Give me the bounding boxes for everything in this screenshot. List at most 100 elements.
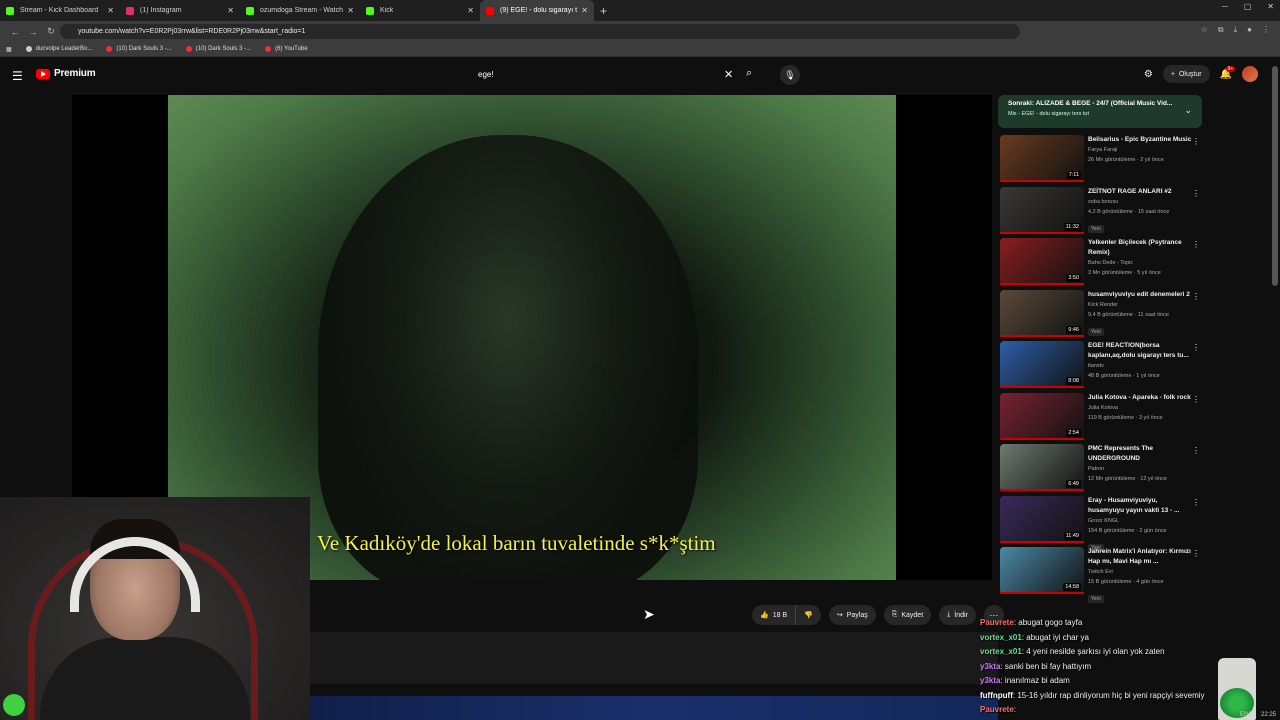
video-title[interactable]: PMC Represents The UNDERGROUND bbox=[1088, 444, 1192, 464]
bookmark-item[interactable]: (10) Dark Souls 3 -... bbox=[106, 46, 172, 52]
search-box[interactable]: ege! ✕ ⌕ bbox=[468, 64, 768, 86]
download-icon[interactable]: ⤓ bbox=[1234, 25, 1238, 35]
reload-icon[interactable]: ↻ bbox=[42, 26, 60, 37]
more-options-icon[interactable]: ⋮ bbox=[1192, 240, 1200, 249]
cast-icon[interactable]: ⚙ bbox=[1144, 69, 1153, 80]
recommendation-item[interactable]: 11:32 ZEİTNOT RAGE ANLARI #2 soba borusu 4,… bbox=[998, 186, 1202, 235]
recommendation-item[interactable]: 8:08 EGE! REACTION(borsa kaplanı,aq,dolu … bbox=[998, 341, 1202, 389]
video-title[interactable]: Julia Kotova - Apareka - folk rock bbox=[1088, 393, 1192, 403]
recommendation-item[interactable]: 11:49 Eray - Husamviyuviyu, husamyuyu yay… bbox=[998, 495, 1202, 552]
video-thumbnail[interactable]: 9:46 bbox=[1000, 289, 1084, 337]
search-input[interactable]: ege! bbox=[478, 70, 494, 79]
dislike-button[interactable]: 👎 bbox=[796, 605, 821, 625]
video-thumbnail[interactable]: 6:49 bbox=[1000, 444, 1084, 491]
browser-tab[interactable]: ozumdoga Stream - Watch ✕ bbox=[240, 0, 360, 21]
youtube-logo[interactable]: Premium bbox=[36, 68, 96, 79]
channel-name[interactable]: Kick Render bbox=[1088, 300, 1192, 310]
video-title[interactable]: Yelkenler Biçilecek (Psytrance Remix) bbox=[1088, 238, 1192, 258]
minimize-icon[interactable]: ─ bbox=[1222, 2, 1228, 11]
video-title[interactable]: Belisarius - Epic Byzantine Music bbox=[1088, 135, 1192, 145]
close-tab-icon[interactable]: ✕ bbox=[107, 6, 114, 15]
kebab-menu-icon[interactable]: ⋮ bbox=[1262, 25, 1270, 35]
browser-tab[interactable]: Kick ✕ bbox=[360, 0, 480, 21]
hamburger-menu-icon[interactable]: ☰ bbox=[12, 69, 23, 83]
bookmark-item[interactable]: (6) YouTube bbox=[265, 46, 308, 52]
new-tab-icon[interactable]: + bbox=[600, 4, 607, 18]
more-options-icon[interactable]: ⋮ bbox=[1192, 395, 1200, 404]
video-thumbnail[interactable]: 11:49 bbox=[1000, 495, 1084, 543]
more-options-icon[interactable]: ⋮ bbox=[1192, 498, 1200, 507]
video-thumbnail[interactable]: 3:50 bbox=[1000, 238, 1084, 285]
bookmark-item[interactable]: ducvolpe LeaderBo... bbox=[25, 46, 92, 52]
recommendation-item[interactable]: 3:50 Yelkenler Biçilecek (Psytrance Remix… bbox=[998, 238, 1202, 286]
microphone-icon[interactable]: 🎙 bbox=[780, 65, 800, 85]
scrollbar-thumb[interactable] bbox=[1272, 66, 1278, 286]
browser-tab[interactable]: (9) EGE! - dolu sigarayı ters tut✕ bbox=[480, 0, 594, 21]
star-icon[interactable]: ☆ bbox=[1201, 25, 1208, 35]
forward-icon[interactable]: → bbox=[24, 27, 42, 37]
clear-search-icon[interactable]: ✕ bbox=[724, 68, 733, 81]
channel-name[interactable]: Grozz KNGL bbox=[1088, 516, 1192, 526]
channel-name[interactable]: Baho Dede - Topic bbox=[1088, 258, 1192, 268]
up-next-panel[interactable]: Sonraki: ALIZADE & BEGE - 24/7 (Official… bbox=[998, 95, 1202, 128]
more-options-icon[interactable]: ⋮ bbox=[1192, 189, 1200, 198]
video-thumbnail[interactable]: 8:08 bbox=[1000, 341, 1084, 388]
channel-name[interactable]: Farya Faraji bbox=[1088, 145, 1192, 155]
close-tab-icon[interactable]: ✕ bbox=[467, 6, 474, 15]
video-thumbnail[interactable]: 7:11 bbox=[1000, 135, 1084, 182]
video-thumbnail[interactable]: 2:54 bbox=[1000, 392, 1084, 440]
close-window-icon[interactable]: ✕ bbox=[1267, 2, 1274, 11]
save-button[interactable]: ⎘ Kaydet bbox=[883, 605, 932, 625]
notifications-icon[interactable]: 🔔 9+ bbox=[1220, 65, 1236, 80]
bookmark-item[interactable]: (10) Dark Souls 3 -... bbox=[185, 46, 251, 52]
channel-name[interactable]: Julia Kotova bbox=[1088, 403, 1192, 413]
clock-time[interactable]: 22:25 bbox=[1261, 712, 1276, 718]
recommendation-item[interactable]: 14:58 Jahrein Matrix'i Anlatıyor: Kırmızı… bbox=[998, 547, 1202, 603]
video-title[interactable]: ZEİTNOT RAGE ANLARI #2 bbox=[1088, 187, 1192, 197]
maximize-icon[interactable]: ▢ bbox=[1244, 2, 1252, 11]
close-tab-icon[interactable]: ✕ bbox=[347, 6, 354, 15]
video-title[interactable]: Eray - Husamviyuviyu, husamyuyu yayın va… bbox=[1088, 496, 1192, 516]
page-scrollbar[interactable] bbox=[1272, 62, 1278, 712]
channel-name[interactable]: Twitch Evi bbox=[1088, 567, 1192, 577]
video-thumbnail[interactable]: 14:58 bbox=[1000, 547, 1084, 594]
download-button[interactable]: ⤓ İndir bbox=[939, 605, 976, 625]
apps-icon[interactable]: ▦ bbox=[6, 46, 12, 53]
back-icon[interactable]: ← bbox=[6, 27, 24, 37]
like-button[interactable]: 👍 18 B bbox=[752, 605, 797, 625]
more-options-icon[interactable]: ⋮ bbox=[1192, 292, 1200, 301]
video-title[interactable]: Jahrein Matrix'i Anlatıyor: Kırmızı Hap … bbox=[1088, 547, 1192, 567]
avatar[interactable] bbox=[1242, 66, 1258, 82]
recommendation-item[interactable]: 7:11 Belisarius - Epic Byzantine Music Far… bbox=[998, 135, 1202, 183]
watch-progress-bar bbox=[1000, 231, 1084, 234]
browser-tab[interactable]: (1) Instagram ✕ bbox=[120, 0, 240, 21]
video-title[interactable]: EGE! REACTION(borsa kaplanı,aq,dolu siga… bbox=[1088, 341, 1192, 361]
thumbs-up-icon: 👍 bbox=[760, 612, 769, 619]
close-tab-icon[interactable]: ✕ bbox=[581, 6, 588, 15]
lang-indicator[interactable]: ENG bbox=[1240, 712, 1253, 718]
more-options-icon[interactable]: ⋮ bbox=[1192, 446, 1200, 455]
chevron-down-icon[interactable]: ⌄ bbox=[1184, 105, 1192, 116]
browser-tab[interactable]: Stream - Kick Dashboard ✕ bbox=[0, 0, 120, 21]
bookmark-favicon-icon bbox=[185, 46, 192, 52]
video-thumbnail[interactable]: 11:32 bbox=[1000, 186, 1084, 234]
extension-icon[interactable]: ⧉ bbox=[1218, 25, 1224, 35]
profile-icon[interactable]: ● bbox=[1247, 25, 1252, 35]
search-icon[interactable]: ⌕ bbox=[746, 67, 752, 80]
stream-mascot-icon bbox=[3, 694, 25, 716]
channel-name[interactable]: itanstv bbox=[1088, 361, 1192, 371]
more-options-icon[interactable]: ⋮ bbox=[1192, 137, 1200, 146]
close-tab-icon[interactable]: ✕ bbox=[227, 6, 234, 15]
recommendation-item[interactable]: 6:49 PMC Represents The UNDERGROUND Patron… bbox=[998, 444, 1202, 492]
url-field[interactable]: youtube.com/watch?v=E0R2Pj03rrw&list=RDE… bbox=[60, 24, 1020, 39]
channel-name[interactable]: Patron bbox=[1088, 464, 1192, 474]
recommendation-item[interactable]: 2:54 Julia Kotova - Apareka - folk rock Ju… bbox=[998, 392, 1202, 441]
create-button[interactable]: + Oluştur bbox=[1162, 65, 1210, 83]
video-title[interactable]: husamviyuviyu edit denemeleri 2 bbox=[1088, 290, 1192, 300]
more-options-icon[interactable]: ⋮ bbox=[1192, 549, 1200, 558]
recommendation-item[interactable]: 9:46 husamviyuviyu edit denemeleri 2 Kick … bbox=[998, 289, 1202, 338]
more-options-icon[interactable]: ⋮ bbox=[1192, 343, 1200, 352]
tab-title: Stream - Kick Dashboard bbox=[20, 7, 99, 14]
share-button[interactable]: ↪ Paylaş bbox=[828, 605, 876, 625]
channel-name[interactable]: soba borusu bbox=[1088, 197, 1192, 207]
